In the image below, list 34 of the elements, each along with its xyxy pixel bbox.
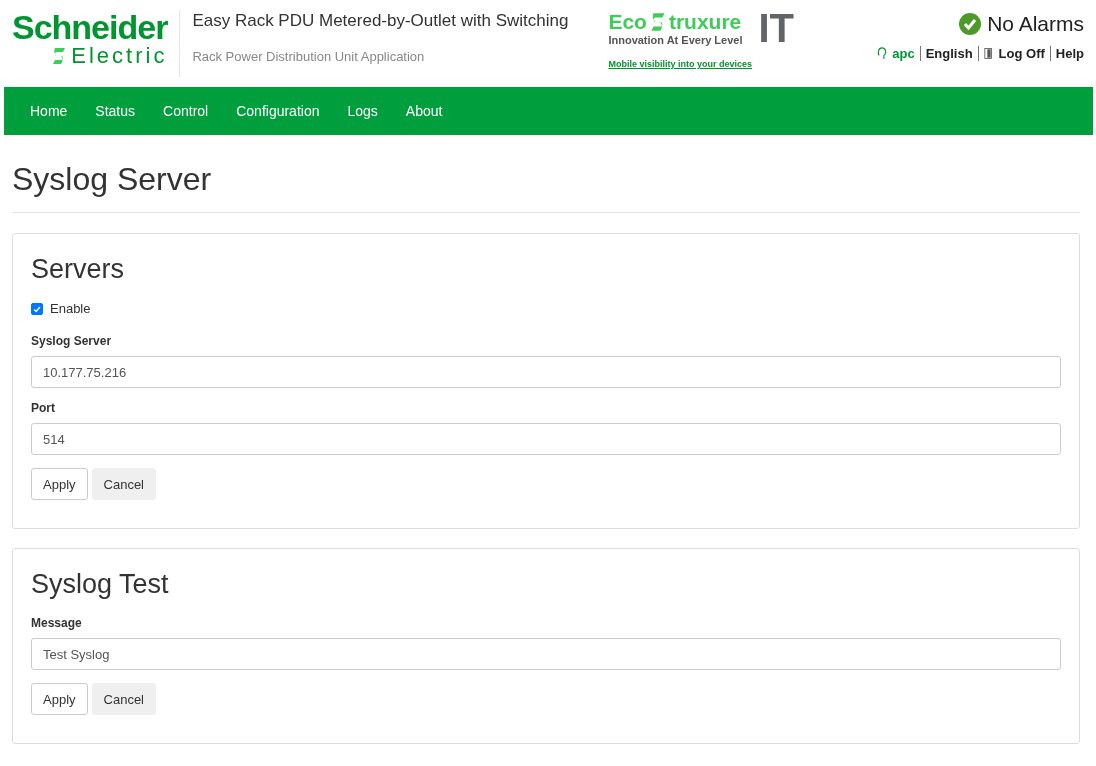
app-title: Easy Rack PDU Metered-by-Outlet with Switching	[192, 11, 569, 31]
apply-button[interactable]: Apply	[31, 683, 88, 715]
nav-item[interactable]: Logs	[333, 87, 392, 135]
input-field[interactable]: Test Syslog	[31, 638, 1061, 670]
nav-item[interactable]: Configuration	[222, 87, 334, 135]
it-logo: IT	[758, 8, 795, 48]
field-label: Syslog Server	[31, 334, 113, 348]
user-link[interactable]: apc	[892, 46, 915, 61]
cancel-button[interactable]: Cancel	[91, 683, 156, 715]
logoff-link[interactable]: Log Off	[998, 46, 1045, 61]
nav-item[interactable]: Home	[16, 87, 82, 135]
page-title: Syslog Server	[12, 161, 213, 198]
ecostruxure-logo: Eco truxure Innovation At Every Level	[608, 10, 743, 46]
field-label: Message	[31, 616, 83, 630]
door-icon	[983, 47, 994, 60]
app-subtitle: Rack Power Distribution Unit Application	[192, 49, 426, 64]
section-title: Syslog Test	[31, 569, 170, 600]
header-link[interactable]: English	[925, 46, 973, 61]
alarm-status: No Alarms	[987, 12, 1084, 36]
section-title: Servers	[31, 254, 126, 285]
checkbox-label: Enable	[50, 301, 91, 316]
cancel-button[interactable]: Cancel	[91, 468, 156, 500]
mobile-link[interactable]: Mobile visibility into your devices	[608, 59, 795, 69]
field-label: Port	[31, 401, 56, 415]
input-field[interactable]: 10.177.75.216	[31, 356, 1061, 388]
nav-item[interactable]: Status	[81, 87, 150, 135]
nav-item[interactable]: Control	[149, 87, 223, 135]
checkbox[interactable]	[31, 302, 43, 315]
input-field[interactable]: 514	[31, 423, 1061, 455]
apply-button[interactable]: Apply	[31, 468, 88, 500]
header-link[interactable]: Help	[1055, 46, 1084, 61]
brand-logo: Schneider Electric	[12, 10, 181, 77]
check-icon	[959, 13, 982, 35]
nav-item[interactable]: About	[391, 87, 457, 135]
